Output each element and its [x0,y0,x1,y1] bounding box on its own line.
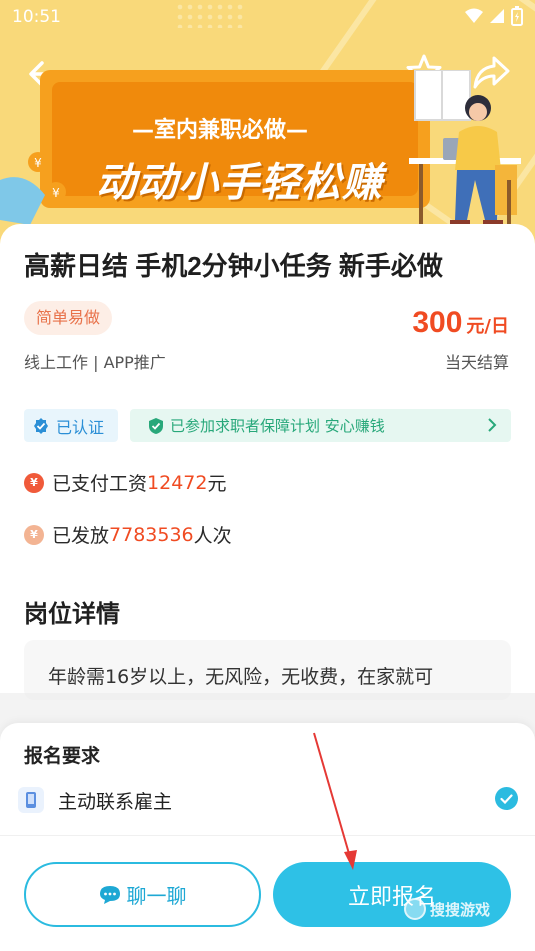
banner-title: 动动小手轻松赚 [96,160,383,206]
status-time: 10:51 [12,7,61,27]
guarantee-shield-icon [149,417,163,434]
svg-text:¥: ¥ [52,186,60,200]
requirement-item[interactable]: 主动联系雇主 [18,783,518,817]
wifi-icon [465,8,483,23]
chevron-right-icon [488,418,497,432]
battery-icon [511,6,523,26]
coin-icon: ¥ [24,524,44,545]
chat-button[interactable]: 聊一聊 [24,862,261,927]
status-bar: 10:51 [0,0,535,36]
job-type: 线上工作 | APP推广 [24,353,166,372]
job-details-title: 岗位详情 [24,600,120,628]
issued-count: 7783536 [109,523,194,546]
promo-banner: —室内兼职必做— 动动小手轻松赚 [40,70,430,208]
paid-prefix: 已支付工资 [52,473,148,495]
paid-amount: 12472 [147,471,208,494]
banner-subtitle: —室内兼职必做— [131,118,308,143]
svg-text:¥: ¥ [34,156,42,170]
requirement-label: 主动联系雇主 [58,790,173,813]
promo-banner-inner: —室内兼职必做— 动动小手轻松赚 [52,82,418,206]
chat-bubble-icon [99,885,120,904]
verified-badge: 已认证 [24,409,118,442]
watermark: 搜搜游戏 [404,898,490,920]
watermark-text: 搜搜游戏 [430,900,491,919]
settlement-type: 当天结算 [444,353,509,372]
salary: 300 元/日 [412,306,509,340]
watermark-logo-icon [404,898,426,920]
job-title: 高薪日结 手机2分钟小任务 新手必做 [24,251,443,281]
paid-suffix: 元 [207,473,227,495]
verified-shield-icon [34,417,48,434]
issued-prefix: 已发放 [52,525,110,547]
chat-button-label: 聊一聊 [126,884,187,908]
salary-amount: 300 [412,306,463,339]
job-tag: 简单易做 [24,301,113,335]
job-details-text: 年龄需16岁以上，无风险，无收费，在家就可 [48,666,434,688]
guarantee-label: 已参加求职者保障计划 安心赚钱 [170,417,385,435]
money-bag-icon: ¥ [24,472,44,493]
requirements-title: 报名要求 [24,745,101,767]
verified-label: 已认证 [56,417,105,437]
job-details-box: 年龄需16岁以上，无风险，无收费，在家就可 [24,640,511,700]
phone-icon [18,787,44,813]
check-icon[interactable] [495,787,518,810]
issued-suffix: 人次 [193,525,232,547]
salary-unit: 元/日 [466,316,509,337]
guarantee-plan-banner[interactable]: 已参加求职者保障计划 安心赚钱 [130,409,511,442]
issued-count-stat: ¥ 已发放 7783536 人次 [24,521,232,548]
sheet-divider [0,835,535,836]
paid-wages-stat: ¥ 已支付工资 12472 元 [24,469,226,496]
woman-at-desk-illustration [409,70,521,250]
signal-icon [490,9,504,23]
status-icons [465,6,523,26]
hero-banner: 10:51 —室内兼职必做— 动动小手轻松赚 ¥ ¥ [0,0,535,250]
